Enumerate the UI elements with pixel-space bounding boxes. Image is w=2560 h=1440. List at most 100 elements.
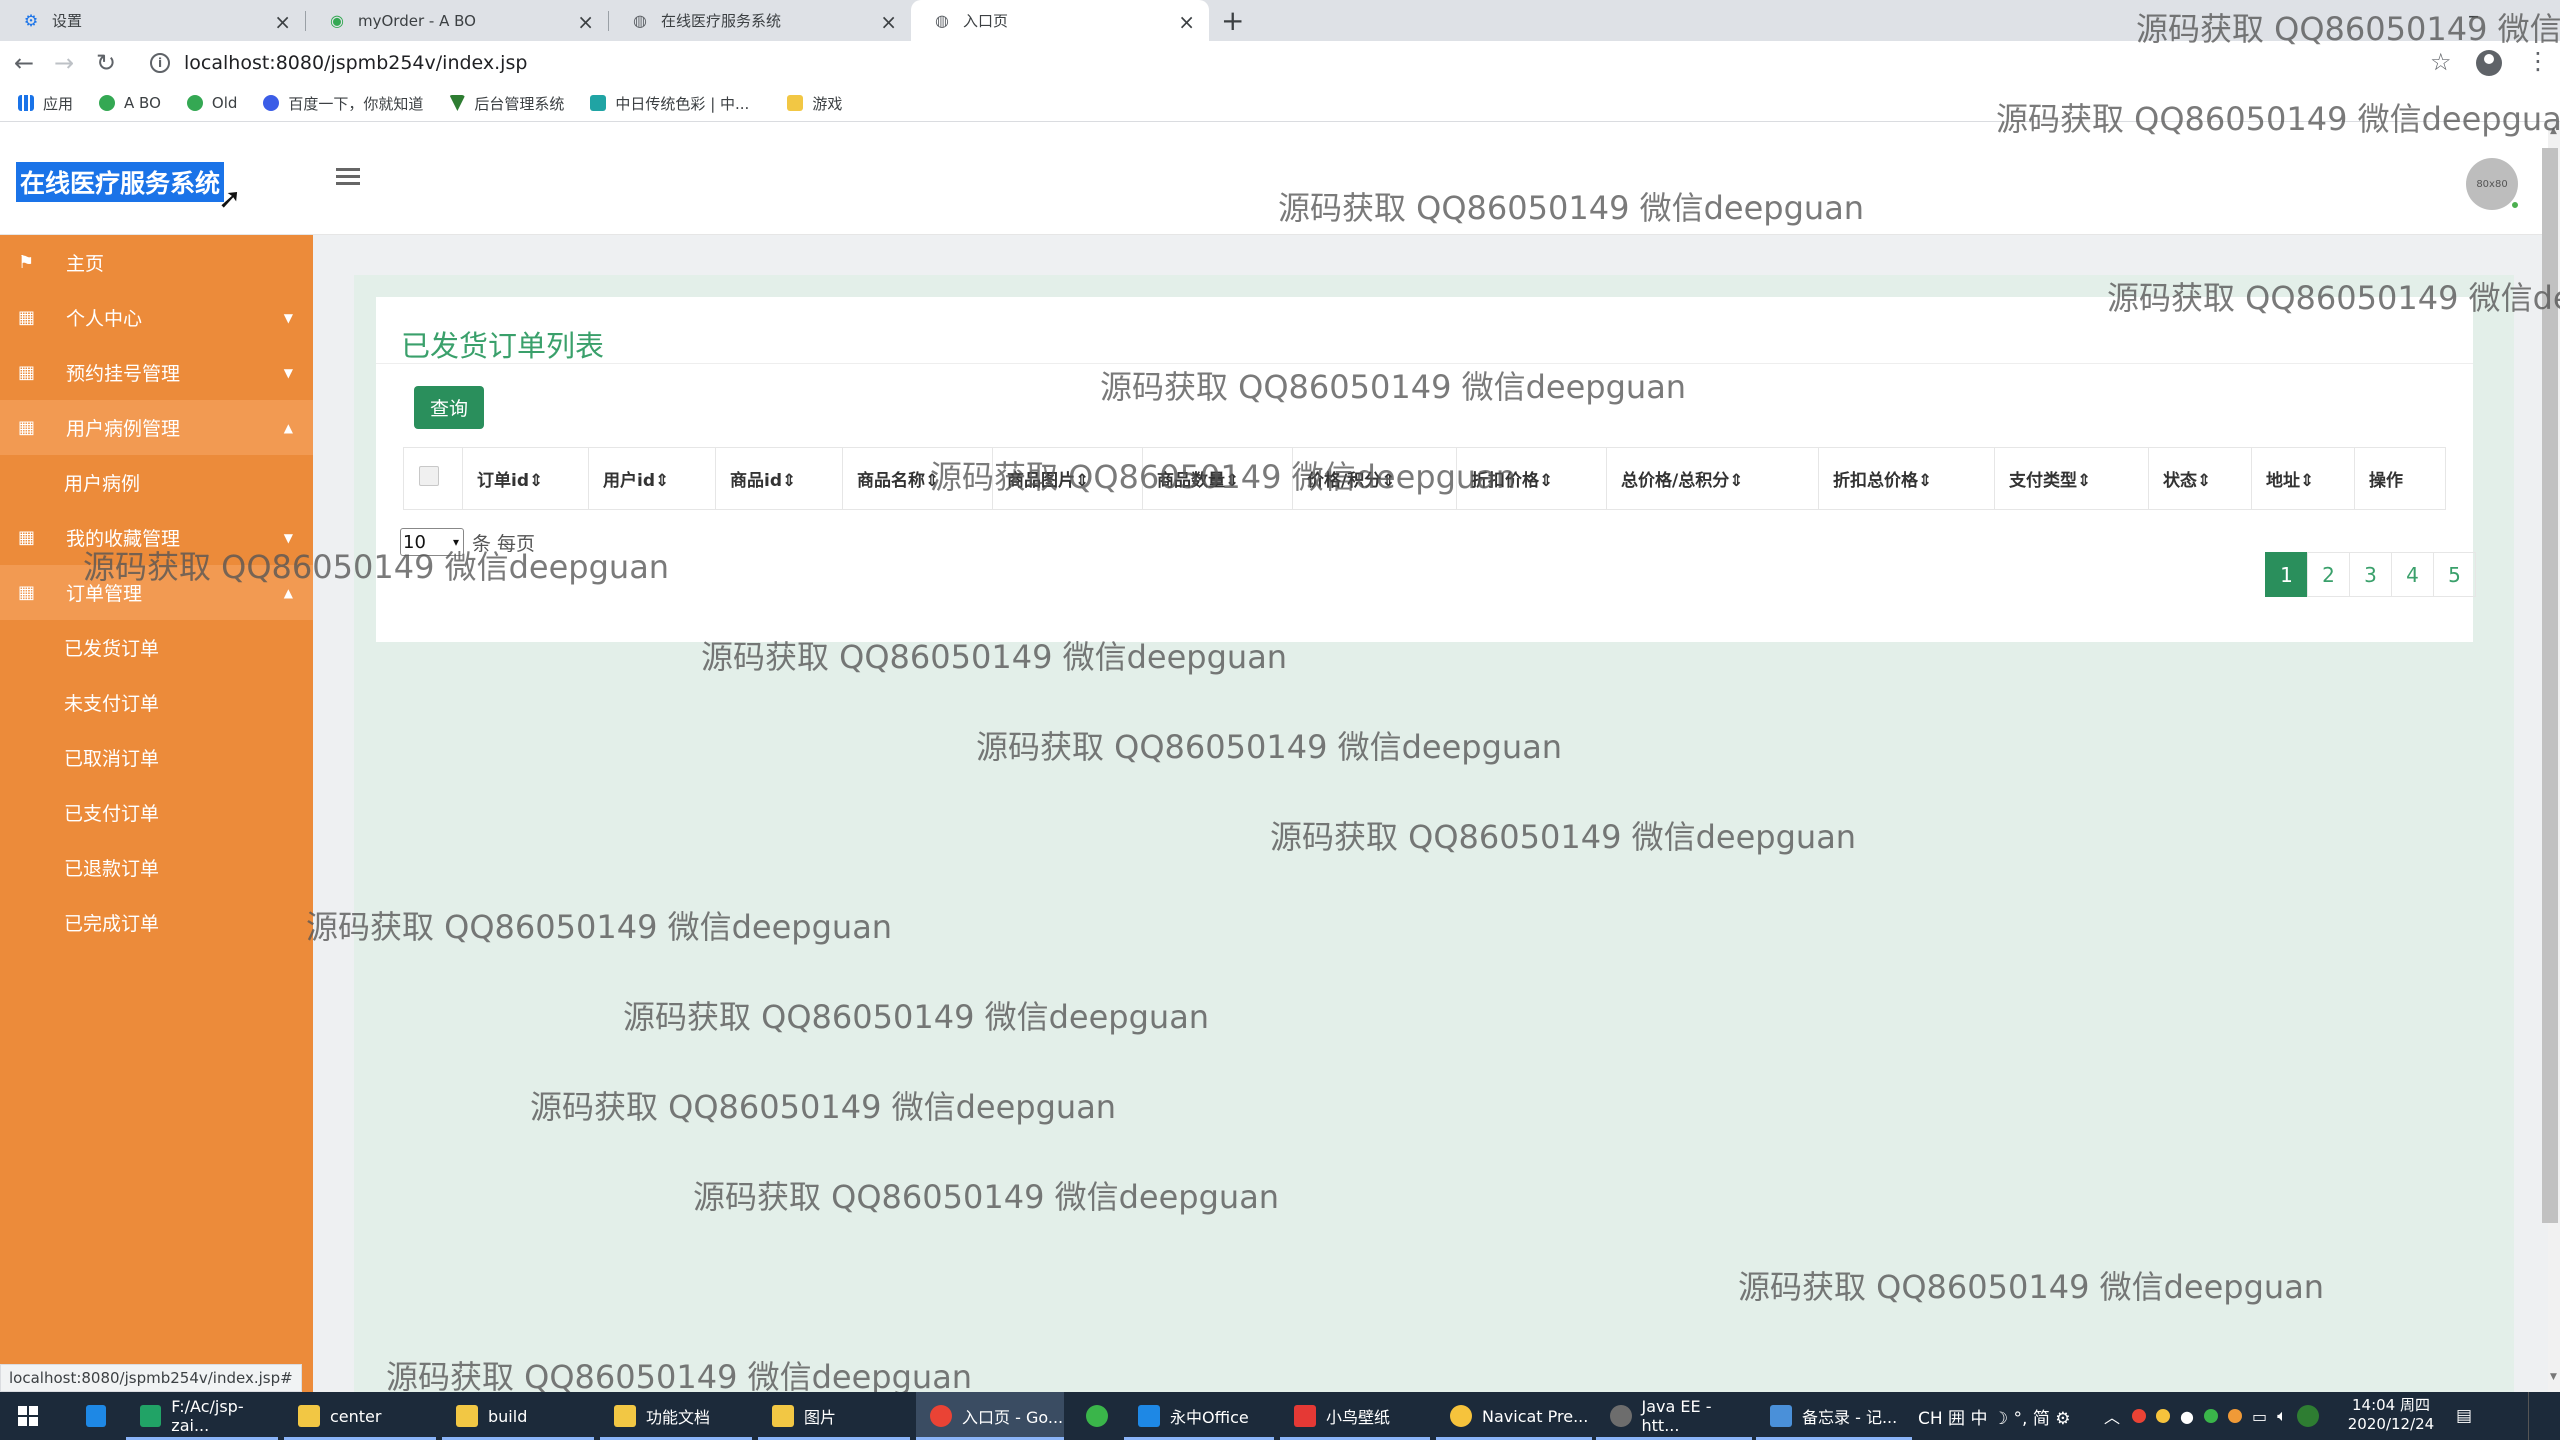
column-header[interactable]: 折扣总价格⇕ — [1818, 448, 1994, 509]
mouse-pointer-icon: ➚ — [218, 182, 242, 215]
bookmark-label: 百度一下，你就知道 — [288, 94, 424, 113]
sidebar-item-user-cases[interactable]: 用户病例 — [0, 455, 313, 510]
close-icon[interactable]: × — [274, 10, 291, 34]
column-header[interactable]: 状态⇕ — [2148, 448, 2251, 509]
tray-icons[interactable]: ︿ ● ▭ 🔈︎ — [2104, 1392, 2319, 1440]
bookmark-abo[interactable]: A BO — [99, 94, 161, 112]
grid-icon: ▦ — [18, 582, 36, 603]
taskbar-app-store[interactable] — [72, 1392, 116, 1440]
watermark: 源码获取 QQ86050149 微信deepguan — [693, 1178, 1280, 1216]
sidebar-item-label: 预约挂号管理 — [66, 363, 181, 385]
taskbar-item[interactable]: 永中Office — [1124, 1392, 1274, 1440]
bookmark-colors[interactable]: 中日传统色彩 | 中... — [590, 93, 749, 114]
pagination: 1 2 3 4 5 — [2265, 552, 2476, 597]
scroll-down-icon[interactable]: ▼ — [2550, 1372, 2557, 1382]
bookmark-label: A BO — [124, 94, 161, 112]
folder-icon — [787, 95, 804, 111]
bookmark-admin[interactable]: 后台管理系统 — [449, 93, 564, 114]
sidebar-item-shipped-orders[interactable]: 已发货订单 — [0, 620, 313, 675]
sidebar-item-appointments[interactable]: ▦ 预约挂号管理 ▼ — [0, 345, 313, 400]
column-header[interactable]: 用户id⇕ — [588, 448, 715, 509]
forward-icon[interactable]: → — [54, 49, 74, 77]
tab-entry-page[interactable]: ◍ 入口页 × — [911, 0, 1209, 41]
network-icon: ▭ — [2251, 1406, 2268, 1426]
new-tab-button[interactable]: + — [1221, 4, 1244, 37]
folder-icon — [456, 1405, 478, 1427]
back-icon[interactable]: ← — [14, 49, 34, 77]
watermark: 源码获取 QQ86050149 微信deepguan — [2107, 279, 2560, 317]
tab-myorder[interactable]: ◉ myOrder - A BO × — [306, 0, 608, 41]
close-icon[interactable]: × — [880, 10, 897, 34]
taskbar-item[interactable]: center — [284, 1392, 436, 1440]
column-header[interactable]: 订单id⇕ — [462, 448, 588, 509]
ime-indicator[interactable]: CH 囲 中 ☽ °, 简 ⚙ — [1918, 1392, 2070, 1440]
bookmark-games[interactable]: 游戏 — [787, 93, 842, 114]
taskbar-item[interactable]: 图片 — [758, 1392, 910, 1440]
close-icon[interactable]: × — [1178, 10, 1195, 34]
windows-start-icon[interactable] — [18, 1406, 38, 1426]
taskbar-item[interactable]: 入口页 - Go... — [916, 1392, 1064, 1440]
sidebar-item-label: 已发货订单 — [64, 638, 160, 660]
status-bar-url: localhost:8080/jspmb254v/index.jsp# — [0, 1364, 302, 1392]
reload-icon[interactable]: ↻ — [96, 49, 116, 77]
globe-icon: ◍ — [935, 11, 949, 30]
page-button[interactable]: 5 — [2433, 552, 2476, 597]
leaf-icon — [99, 95, 116, 111]
system-clock[interactable]: 14:04 周四 2020/12/24 — [2346, 1396, 2436, 1434]
sidebar-item-unpaid-orders[interactable]: 未支付订单 — [0, 675, 313, 730]
sidebar-item-refunded-orders[interactable]: 已退款订单 — [0, 840, 313, 895]
tab-medical-system[interactable]: ◍ 在线医疗服务系统 × — [609, 0, 911, 41]
url-field[interactable]: i localhost:8080/jspmb254v/index.jsp — [140, 47, 2480, 79]
taskbar-item[interactable]: 小鸟壁纸 — [1280, 1392, 1430, 1440]
sidebar-item-case-management[interactable]: ▦ 用户病例管理 ▲ — [0, 400, 313, 455]
bookmark-baidu[interactable]: 百度一下，你就知道 — [263, 93, 423, 114]
clock-date: 2020/12/24 — [2347, 1415, 2435, 1433]
clock-time: 14:04 周四 — [2352, 1396, 2430, 1414]
folder-icon — [614, 1405, 636, 1427]
taskbar-item[interactable]: 备忘录 - 记... — [1756, 1392, 1912, 1440]
column-header[interactable]: 支付类型⇕ — [1994, 448, 2148, 509]
sidebar-item-home[interactable]: ⚑ 主页 — [0, 235, 313, 290]
taskbar-item[interactable]: F:/Ac/jsp-zai... — [126, 1392, 278, 1440]
sidebar-item-cancelled-orders[interactable]: 已取消订单 — [0, 730, 313, 785]
column-header[interactable]: 商品id⇕ — [715, 448, 842, 509]
bookmark-apps[interactable]: 应用 — [18, 93, 73, 114]
close-icon[interactable]: × — [577, 10, 594, 34]
column-header[interactable]: 总价格/总积分⇕ — [1606, 448, 1818, 509]
select-all-checkbox[interactable] — [419, 466, 439, 486]
page-button[interactable]: 2 — [2307, 552, 2350, 597]
sidebar-item-completed-orders[interactable]: 已完成订单 — [0, 895, 313, 950]
apps-grid-icon — [18, 95, 34, 111]
folder-icon — [772, 1405, 794, 1427]
app-title[interactable]: 在线医疗服务系统 — [16, 162, 225, 202]
chevron-down-icon: ▼ — [283, 365, 293, 380]
taskbar-item[interactable]: Java EE - htt... — [1596, 1392, 1752, 1440]
sidebar-item-personal-center[interactable]: ▦ 个人中心 ▼ — [0, 290, 313, 345]
account-icon[interactable] — [2476, 50, 2502, 76]
bookmark-old[interactable]: Old — [186, 94, 237, 112]
tab-settings[interactable]: ⚙ 设置 × — [0, 0, 305, 41]
menu-dots-icon[interactable]: ⋮ — [2526, 47, 2550, 75]
sidebar-item-paid-orders[interactable]: 已支付订单 — [0, 785, 313, 840]
taskbar-item[interactable] — [1072, 1392, 1122, 1440]
page-button[interactable]: 1 — [2265, 552, 2308, 597]
taskbar-item[interactable]: Navicat Pre... — [1436, 1392, 1592, 1440]
taskbar-label: Java EE - htt... — [1641, 1397, 1712, 1435]
query-button[interactable]: 查询 — [414, 386, 484, 429]
sidebar-item-label: 用户病例 — [64, 473, 141, 495]
notification-icon[interactable]: ▤ — [2456, 1392, 2472, 1440]
page-button[interactable]: 4 — [2391, 552, 2434, 597]
watermark: 源码获取 QQ86050149 微信deepguan — [1738, 1268, 2325, 1306]
hamburger-menu-icon[interactable] — [336, 168, 360, 186]
microphone-icon: ● — [2180, 1406, 2194, 1426]
info-icon[interactable]: i — [150, 53, 170, 73]
show-desktop-button[interactable] — [2528, 1392, 2536, 1440]
wallpaper-app-icon — [1294, 1405, 1316, 1427]
taskbar-item[interactable]: 功能文档 — [600, 1392, 752, 1440]
leaf-icon — [186, 95, 203, 111]
paw-icon — [263, 95, 280, 111]
bookmark-star-icon[interactable]: ☆ — [2430, 48, 2452, 76]
taskbar-item[interactable]: build — [442, 1392, 594, 1440]
column-header[interactable]: 地址⇕ — [2251, 448, 2354, 509]
page-button[interactable]: 3 — [2349, 552, 2392, 597]
